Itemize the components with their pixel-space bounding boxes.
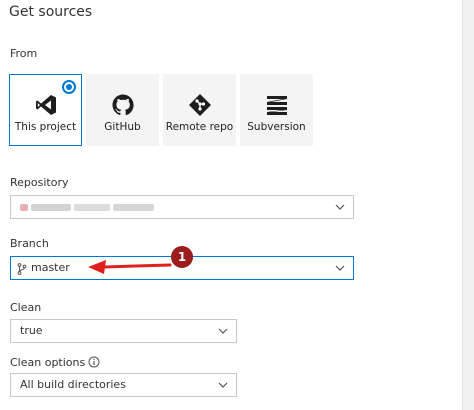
- branch-icon: [17, 263, 27, 275]
- get-sources-panel: Get sources From This project GitHub Rem…: [0, 0, 463, 410]
- chevron-down-icon: [218, 382, 228, 388]
- git-icon: [188, 94, 211, 116]
- tile-github[interactable]: GitHub: [86, 74, 159, 146]
- chevron-down-icon: [218, 328, 228, 334]
- tile-this-project[interactable]: This project: [9, 74, 82, 146]
- visual-studio-icon: [35, 95, 56, 115]
- annotation-badge: 1: [171, 246, 193, 268]
- chevron-down-icon: [335, 265, 345, 271]
- from-label: From: [10, 47, 38, 60]
- tile-label: Subversion: [247, 121, 306, 133]
- clean-label: Clean: [10, 301, 42, 314]
- chevron-down-icon: [335, 204, 345, 210]
- repository-label: Repository: [10, 176, 69, 189]
- clean-options-label: Clean options: [10, 356, 86, 369]
- tile-subversion[interactable]: Subversion: [240, 74, 313, 146]
- github-icon: [112, 94, 134, 116]
- info-icon[interactable]: [88, 356, 100, 368]
- right-edge-strip: [463, 0, 474, 410]
- clean-options-value: All build directories: [20, 378, 126, 391]
- subversion-icon: [266, 96, 287, 115]
- page-title: Get sources: [9, 4, 93, 20]
- clean-options-select[interactable]: All build directories: [10, 373, 237, 397]
- branch-value: master: [31, 261, 70, 274]
- repository-value-redacted: [20, 204, 154, 211]
- selected-radio-icon: [62, 80, 76, 94]
- clean-options-label-row: Clean options: [10, 356, 100, 369]
- tile-remote-repo[interactable]: Remote repo: [163, 74, 236, 146]
- annotation-arrow: [88, 260, 172, 274]
- branch-label: Branch: [10, 237, 49, 250]
- repository-select[interactable]: [10, 195, 354, 219]
- tile-label: Remote repo: [165, 121, 234, 133]
- clean-select[interactable]: true: [10, 319, 237, 343]
- tile-label: GitHub: [104, 121, 141, 133]
- tile-label: This project: [14, 121, 77, 133]
- clean-value: true: [20, 324, 43, 337]
